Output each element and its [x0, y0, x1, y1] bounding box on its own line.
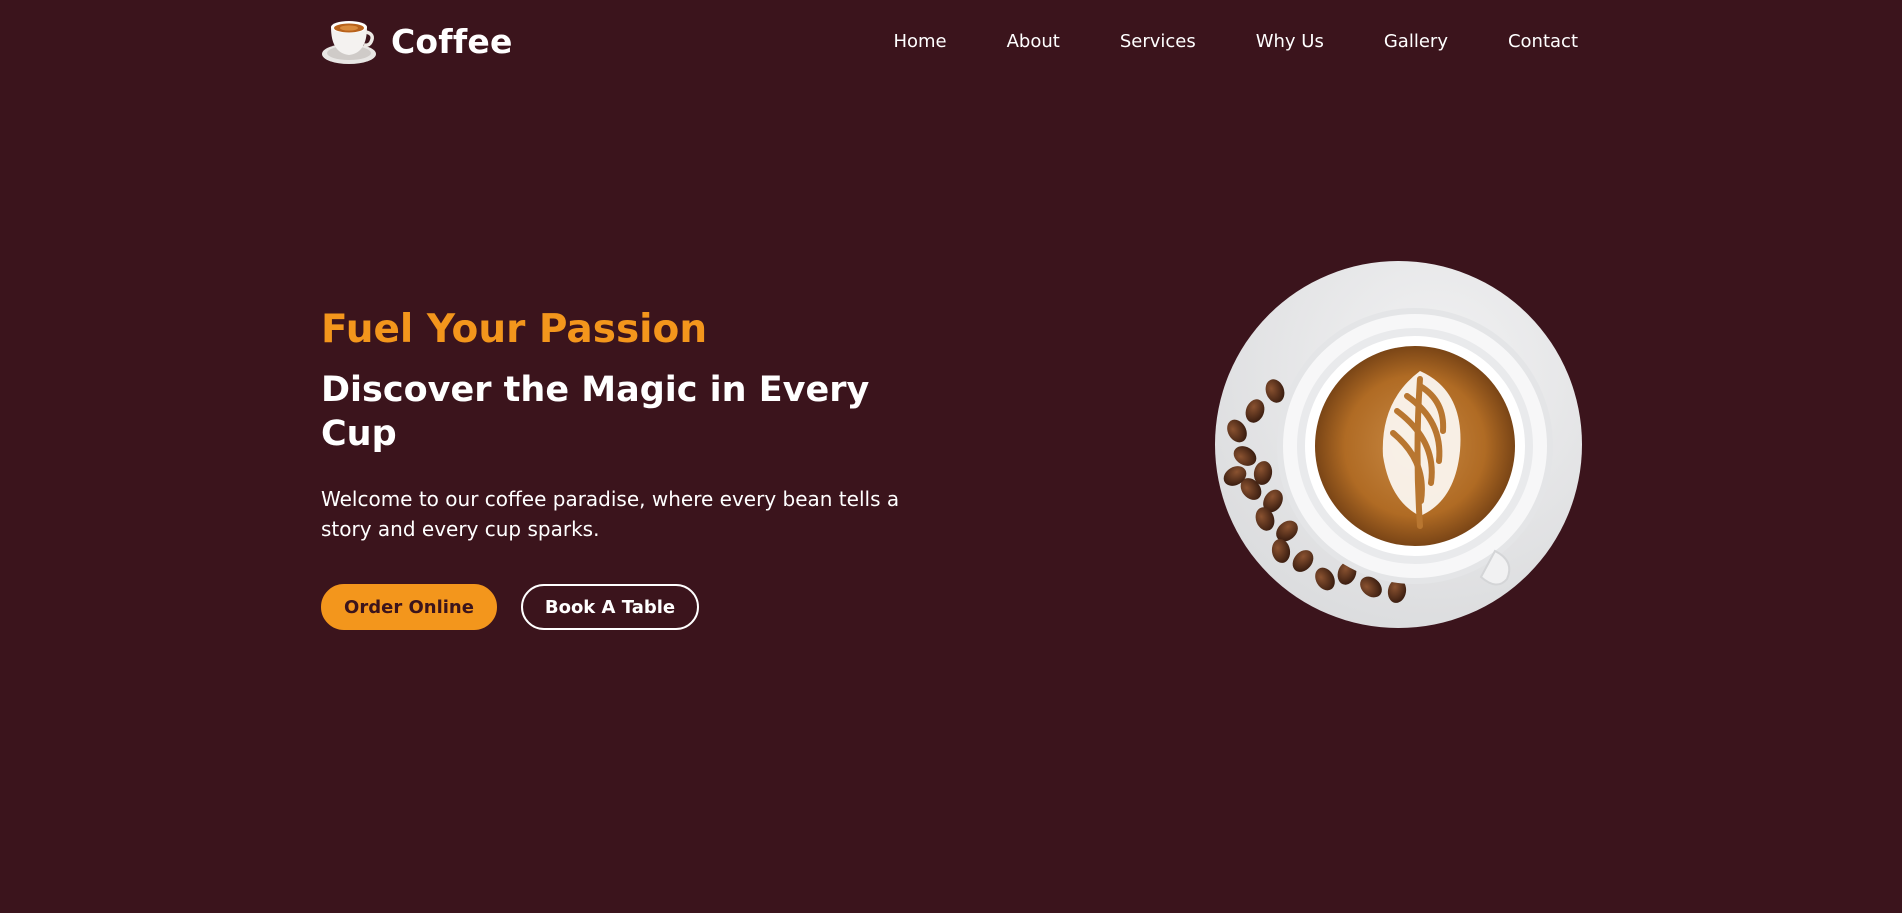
- hero-buttons: Order Online Book A Table: [321, 584, 941, 630]
- nav-link-services[interactable]: Services: [1120, 31, 1196, 52]
- nav-link-gallery[interactable]: Gallery: [1384, 31, 1448, 52]
- nav-link-contact[interactable]: Contact: [1508, 31, 1578, 52]
- coffee-cup-icon: [322, 21, 376, 64]
- main-nav: Home About Services Why Us Gallery Conta…: [893, 31, 1578, 52]
- nav-link-why-us[interactable]: Why Us: [1256, 31, 1324, 52]
- hero-description: Welcome to our coffee paradise, where ev…: [321, 487, 900, 541]
- brand-link[interactable]: Coffee: [321, 17, 513, 65]
- order-online-button[interactable]: Order Online: [321, 584, 497, 630]
- hero-section: Fuel Your Passion Discover the Magic in …: [321, 306, 941, 630]
- hero-image: [1215, 261, 1582, 628]
- page: Coffee Home About Services Why Us Galler…: [0, 0, 1902, 913]
- latte-cup-icon: [1215, 261, 1582, 628]
- hero-title: Discover the Magic in Every Cup: [321, 370, 870, 454]
- site-header: Coffee Home About Services Why Us Galler…: [321, 0, 1578, 82]
- nav-link-about[interactable]: About: [1007, 31, 1060, 52]
- hero-eyebrow: Fuel Your Passion: [321, 307, 708, 352]
- brand-name: Coffee: [391, 21, 513, 61]
- nav-link-home[interactable]: Home: [893, 31, 946, 52]
- book-table-button[interactable]: Book A Table: [521, 584, 699, 630]
